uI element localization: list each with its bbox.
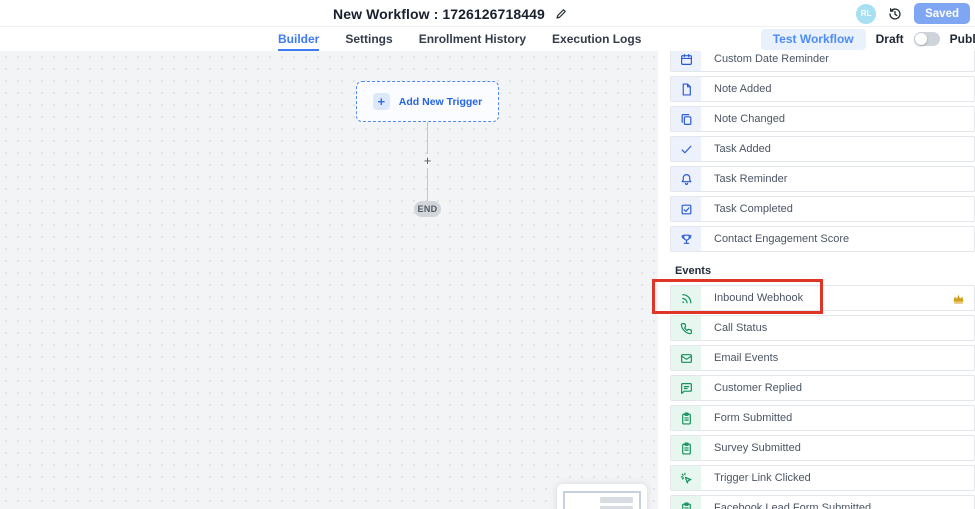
trigger-item-note-changed[interactable]: Note Changed — [670, 106, 975, 132]
plus-icon: + — [373, 93, 390, 110]
crown-icon — [952, 292, 974, 305]
trigger-item-contact-engagement-score[interactable]: Contact Engagement Score — [670, 226, 975, 252]
edit-title-icon[interactable] — [555, 8, 567, 20]
trigger-item-label: Task Completed — [701, 203, 793, 215]
trigger-item-task-reminder[interactable]: Task Reminder — [670, 166, 975, 192]
trigger-item-note-added[interactable]: Note Added — [670, 76, 975, 102]
trigger-item-call-status[interactable]: Call Status — [670, 315, 975, 341]
add-new-trigger-label: Add New Trigger — [399, 96, 482, 108]
trigger-item-form-submitted[interactable]: Form Submitted — [670, 405, 975, 431]
trigger-item-label: Note Changed — [701, 113, 785, 125]
history-clock-icon[interactable] — [888, 7, 902, 21]
trigger-item-survey-submitted[interactable]: Survey Submitted — [670, 435, 975, 461]
trigger-item-label: Facebook Lead Form Submitted — [701, 502, 871, 509]
clipboard-icon — [671, 406, 701, 430]
trigger-item-label: Email Events — [701, 352, 778, 364]
trigger-item-label: Inbound Webhook — [701, 292, 803, 304]
trigger-item-label: Note Added — [701, 83, 772, 95]
trigger-item-customer-replied[interactable]: Customer Replied — [670, 375, 975, 401]
tab-bar: Builder Settings Enrollment History Exec… — [0, 27, 975, 51]
workflow-builder-page: New Workflow : 1726126718449 RL Saved Bu… — [0, 0, 975, 509]
chat-icon — [671, 376, 701, 400]
trigger-item-label: Trigger Link Clicked — [701, 472, 811, 484]
minimap-inner-frame — [563, 491, 641, 509]
mail-icon — [671, 346, 701, 370]
trigger-item-label: Form Submitted — [701, 412, 792, 424]
check-icon — [671, 137, 701, 161]
toggle-knob — [915, 33, 927, 45]
minimap-placeholder-bar — [600, 497, 633, 503]
trigger-item-task-added[interactable]: Task Added — [670, 136, 975, 162]
tab-bar-actions: Test Workflow Draft Publish — [761, 27, 975, 51]
avatar[interactable]: RL — [856, 4, 876, 24]
section-heading-events: Events — [670, 256, 975, 285]
task-completed-icon — [671, 197, 701, 221]
publish-label: Publish — [950, 32, 975, 46]
note-icon — [671, 77, 701, 101]
trigger-item-label: Survey Submitted — [701, 442, 801, 454]
tabs: Builder Settings Enrollment History Exec… — [278, 27, 641, 51]
header-actions: RL Saved — [856, 0, 973, 27]
header-bar: New Workflow : 1726126718449 RL Saved — [0, 0, 975, 27]
page-title-wrap: New Workflow : 1726126718449 — [333, 0, 567, 27]
add-new-trigger-button[interactable]: + Add New Trigger — [356, 81, 499, 122]
trigger-item-label: Call Status — [701, 322, 767, 334]
trigger-item-label: Contact Engagement Score — [701, 233, 849, 245]
publish-toggle[interactable] — [914, 32, 940, 46]
clipboard-icon — [671, 496, 701, 509]
trophy-icon — [671, 227, 701, 251]
saved-button[interactable]: Saved — [914, 3, 970, 24]
clipboard-icon — [671, 436, 701, 460]
trigger-item-email-events[interactable]: Email Events — [670, 345, 975, 371]
trigger-item-label: Task Added — [701, 143, 771, 155]
trigger-item-inbound-webhook[interactable]: Inbound Webhook — [670, 285, 975, 311]
trigger-item-task-completed[interactable]: Task Completed — [670, 196, 975, 222]
tab-enrollment-history[interactable]: Enrollment History — [419, 27, 526, 51]
page-title: New Workflow : 1726126718449 — [333, 6, 545, 22]
add-step-plus[interactable]: + — [422, 154, 433, 168]
trigger-item-label: Custom Date Reminder — [701, 53, 829, 65]
click-icon — [671, 466, 701, 490]
workflow-canvas: + Add New Trigger + END — [0, 51, 658, 509]
trigger-item-facebook-lead-form-submitted[interactable]: Facebook Lead Form Submitted — [670, 495, 975, 509]
test-workflow-button[interactable]: Test Workflow — [761, 29, 866, 50]
trigger-list: Custom Date Reminder Note Added Note Chang… — [670, 46, 975, 509]
tab-builder[interactable]: Builder — [278, 27, 319, 51]
tab-execution-logs[interactable]: Execution Logs — [552, 27, 641, 51]
end-node: END — [414, 201, 441, 217]
bell-icon — [671, 167, 701, 191]
trigger-sidebar: Custom Date Reminder Note Added Note Chang… — [658, 51, 975, 509]
trigger-item-trigger-link-clicked[interactable]: Trigger Link Clicked — [670, 465, 975, 491]
minimap-panel[interactable] — [557, 484, 647, 509]
draft-label: Draft — [876, 32, 904, 46]
phone-icon — [671, 316, 701, 340]
trigger-item-label: Task Reminder — [701, 173, 787, 185]
note-changed-icon — [671, 107, 701, 131]
webhook-icon — [671, 286, 701, 310]
trigger-item-label: Customer Replied — [701, 382, 802, 394]
tab-settings[interactable]: Settings — [345, 27, 392, 51]
